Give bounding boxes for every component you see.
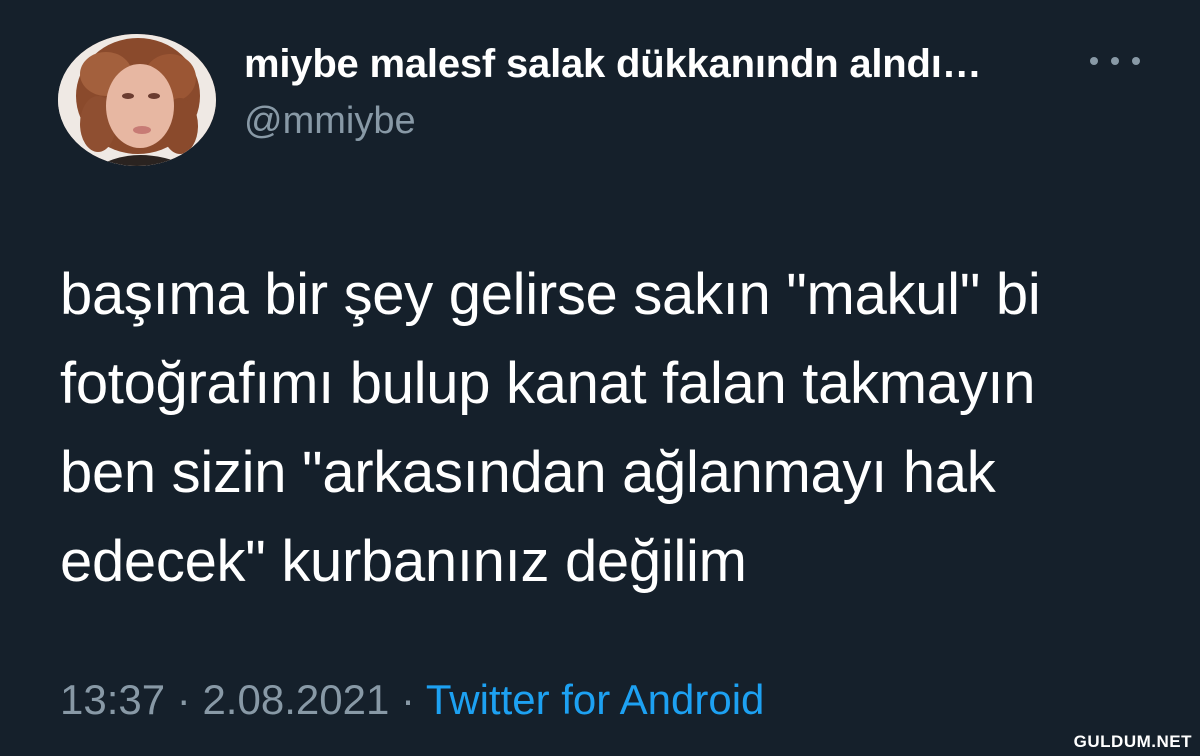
- tweet-time[interactable]: 13:37: [60, 676, 165, 723]
- tweet-text-line: edecek" kurbanınız değilim: [60, 529, 747, 594]
- tweet-metadata: 13:37 · 2.08.2021 · Twitter for Android: [60, 676, 764, 724]
- more-options-button[interactable]: [1090, 46, 1140, 76]
- tweet-source-link[interactable]: Twitter for Android: [426, 676, 764, 723]
- avatar[interactable]: [58, 34, 216, 166]
- more-horizontal-icon: [1090, 57, 1098, 65]
- tweet-text: başıma bir şey gelirse sakın "makul" bi …: [60, 250, 1160, 606]
- display-name[interactable]: miybe malesf salak dükkanındn alndı…: [244, 42, 982, 87]
- meta-separator: ·: [400, 676, 415, 723]
- tweet-text-line: başıma bir şey gelirse sakın "makul" bi: [60, 262, 1041, 327]
- tweet-text-line: ben sizin "arkasından ağlanmayı hak: [60, 440, 996, 505]
- username[interactable]: @mmiybe: [244, 100, 416, 143]
- tweet-date[interactable]: 2.08.2021: [202, 676, 389, 723]
- watermark: GULDUM.NET: [1073, 732, 1192, 751]
- tweet-text-line: fotoğrafımı bulup kanat falan takmayın: [60, 351, 1036, 416]
- tweet-card: miybe malesf salak dükkanındn alndı… @mm…: [0, 0, 1200, 756]
- more-horizontal-icon-dot: [1111, 57, 1119, 65]
- profile-photo-icon: [58, 34, 216, 166]
- more-horizontal-icon-dot: [1132, 57, 1140, 65]
- meta-separator: ·: [176, 676, 191, 723]
